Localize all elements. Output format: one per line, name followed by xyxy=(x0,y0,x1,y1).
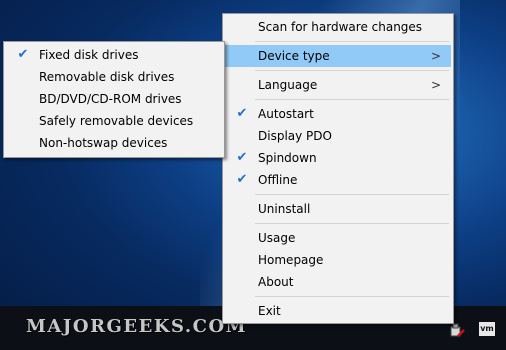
menu-item-label: Spindown xyxy=(258,151,317,165)
menu-item-label: About xyxy=(258,275,294,289)
submenu-item-removable-disk[interactable]: Removable disk drives xyxy=(6,66,222,88)
checkmark-icon: ✔ xyxy=(236,150,248,165)
menu-item-usage[interactable]: Usage xyxy=(225,227,451,249)
menu-item-device-type[interactable]: Device type > xyxy=(225,45,451,67)
menu-item-about[interactable]: About xyxy=(225,271,451,293)
usb-eject-tray-icon[interactable] xyxy=(449,322,465,338)
chevron-right-icon: > xyxy=(430,49,441,63)
submenu-item-non-hotswap[interactable]: Non-hotswap devices xyxy=(6,132,222,154)
menu-item-label: Autostart xyxy=(258,107,314,121)
submenu-item-safely-removable[interactable]: Safely removable devices xyxy=(6,110,222,132)
checkmark-icon: ✔ xyxy=(17,47,29,62)
menu-separator xyxy=(255,194,449,195)
submenu-item-label: Safely removable devices xyxy=(39,114,194,128)
submenu-item-label: BD/DVD/CD-ROM drives xyxy=(39,92,182,106)
menu-item-exit[interactable]: Exit xyxy=(225,300,451,322)
menu-separator xyxy=(255,70,449,71)
checkmark-icon: ✔ xyxy=(236,172,248,187)
menu-item-spindown[interactable]: ✔ Spindown xyxy=(225,147,451,169)
menu-item-label: Uninstall xyxy=(258,202,311,216)
menu-separator xyxy=(255,99,449,100)
menu-item-label: Offline xyxy=(258,173,298,187)
watermark-logo: MAJORGEEKS.COM xyxy=(26,316,248,337)
menu-item-autostart[interactable]: ✔ Autostart xyxy=(225,103,451,125)
submenu-item-label: Removable disk drives xyxy=(39,70,175,84)
menu-item-label: Scan for hardware changes xyxy=(258,20,423,34)
menu-item-language[interactable]: Language > xyxy=(225,74,451,96)
menu-item-label: Homepage xyxy=(258,253,324,267)
context-menu: Scan for hardware changes Device type > … xyxy=(222,13,454,324)
menu-item-label: Exit xyxy=(258,304,281,318)
menu-separator xyxy=(255,296,449,297)
menu-separator xyxy=(255,223,449,224)
checkmark-icon: ✔ xyxy=(236,106,248,121)
menu-item-scan[interactable]: Scan for hardware changes xyxy=(225,16,451,38)
menu-item-homepage[interactable]: Homepage xyxy=(225,249,451,271)
submenu-item-optical[interactable]: BD/DVD/CD-ROM drives xyxy=(6,88,222,110)
menu-item-label: Device type xyxy=(258,49,330,63)
submenu-item-label: Non-hotswap devices xyxy=(39,136,168,150)
menu-item-label: Display PDO xyxy=(258,129,332,143)
menu-separator xyxy=(255,41,449,42)
vm-tray-icon[interactable]: vm xyxy=(479,322,495,336)
chevron-right-icon: > xyxy=(430,78,441,92)
device-type-submenu: ✔ Fixed disk drives Removable disk drive… xyxy=(3,41,225,158)
menu-item-uninstall[interactable]: Uninstall xyxy=(225,198,451,220)
menu-item-label: Usage xyxy=(258,231,296,245)
menu-item-offline[interactable]: ✔ Offline xyxy=(225,169,451,191)
menu-item-display-pdo[interactable]: Display PDO xyxy=(225,125,451,147)
menu-item-label: Language xyxy=(258,78,318,92)
submenu-item-fixed-disk[interactable]: ✔ Fixed disk drives xyxy=(6,44,222,66)
submenu-item-label: Fixed disk drives xyxy=(39,48,139,62)
